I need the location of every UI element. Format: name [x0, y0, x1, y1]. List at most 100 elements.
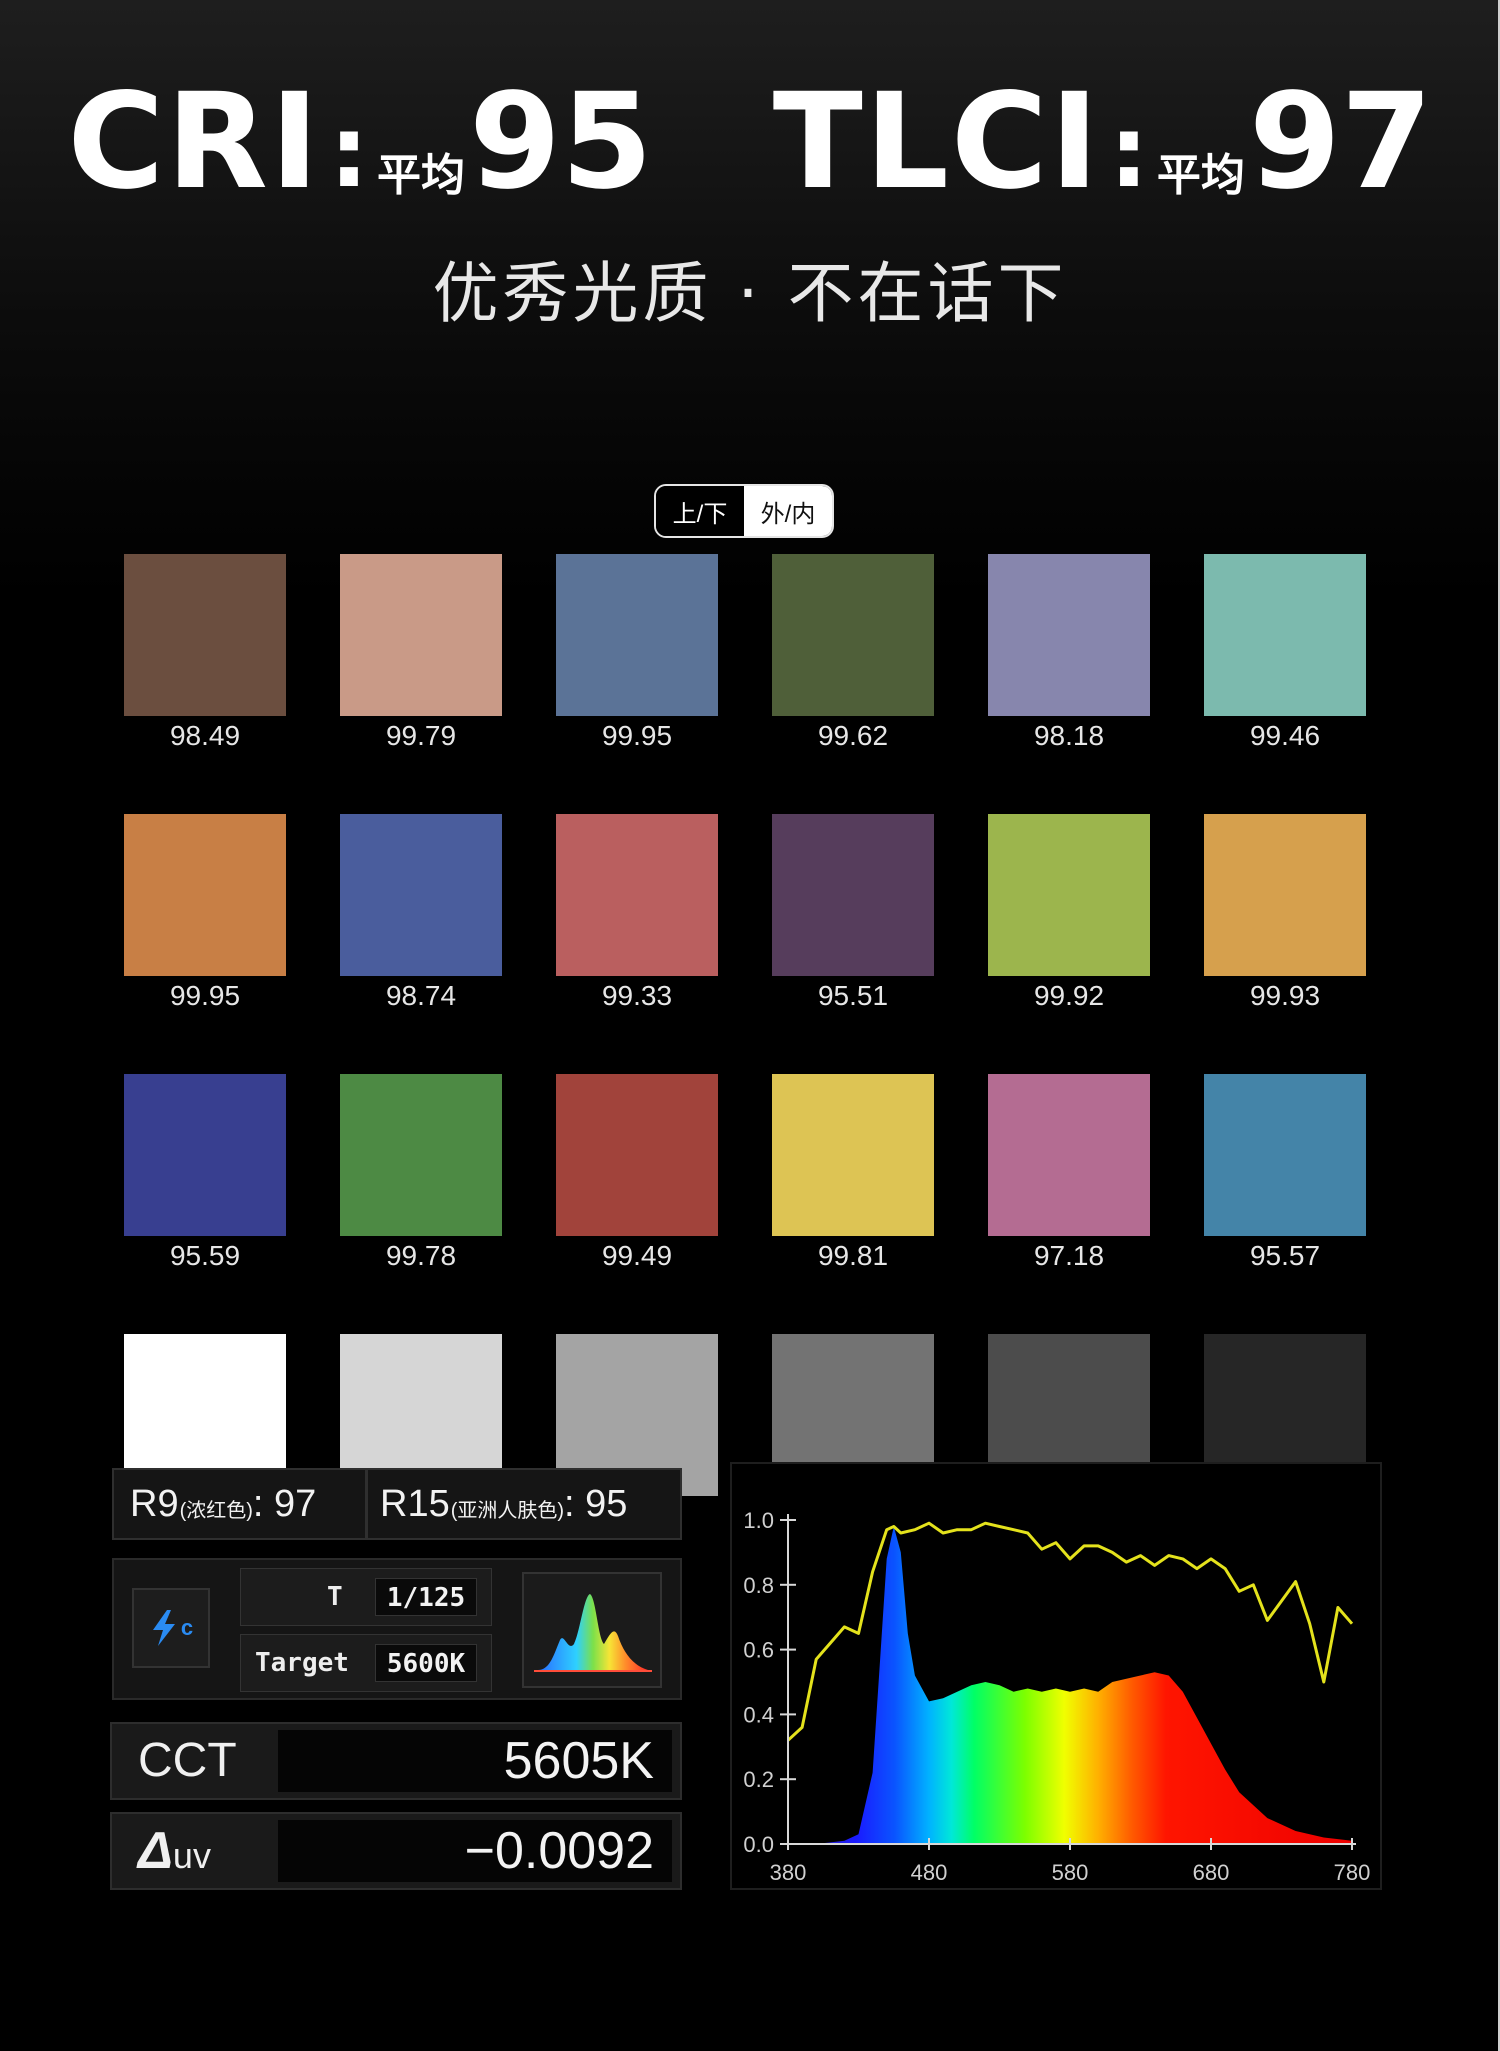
- y-tick-label: 1.0: [743, 1508, 774, 1533]
- swatch-value: 99.78: [385, 1240, 457, 1271]
- y-tick-label: 0.0: [743, 1832, 774, 1857]
- color-swatch: [124, 554, 286, 716]
- swatch-value: 98.49: [169, 720, 241, 751]
- swatch-cell: 99.33: [556, 814, 718, 1014]
- cri-colon: :: [329, 93, 370, 210]
- target-row: Target 5600K: [240, 1634, 492, 1692]
- cri-label: CRI: [67, 65, 322, 219]
- swatch-cell: 99.46: [1204, 554, 1366, 754]
- y-tick-label: 0.2: [743, 1767, 774, 1792]
- r15-value: : 95: [564, 1482, 628, 1525]
- x-tick-label: 480: [911, 1860, 948, 1885]
- flash-mode-button[interactable]: c: [132, 1588, 210, 1668]
- view-toggle: 上/下 外/内: [654, 484, 834, 538]
- color-swatch: [556, 1074, 718, 1236]
- r9-cell: R9 (浓红色): 97: [114, 1470, 368, 1538]
- swatch-value: 99.33: [601, 980, 673, 1011]
- spectrum-view-button[interactable]: [522, 1572, 662, 1688]
- swatch-value: 95.51: [817, 980, 889, 1011]
- spectrum-chart-svg: 0.0 0.2 0.4 0.6 0.8 1.0 380 480 580 680 780: [743, 1508, 1371, 1885]
- r15-label: R15: [380, 1482, 450, 1525]
- headline: CRI : 平均 95 TLCI : 平均 97: [0, 58, 1500, 208]
- swatch-value: 97.18: [1033, 1240, 1105, 1271]
- duv-value: −0.0092: [464, 1822, 654, 1880]
- color-swatch: [340, 814, 502, 976]
- color-swatch: [124, 814, 286, 976]
- swatch-value: 99.49: [601, 1240, 673, 1271]
- duv-sub: uv: [172, 1835, 211, 1876]
- swatch-cell: 99.49: [556, 1074, 718, 1274]
- swatch-cell: 98.49: [124, 554, 286, 754]
- swatch-cell: 99.92: [988, 814, 1150, 1014]
- tlci-metric: TLCI : 平均 97: [773, 76, 1433, 208]
- toggle-option-top-bottom[interactable]: 上/下: [656, 486, 744, 536]
- swatch-cell: 99.81: [772, 1074, 934, 1274]
- toggle-option-outer-inner[interactable]: 外/内: [744, 486, 832, 536]
- r15-sub: (亚洲人肤色): [450, 1499, 565, 1522]
- swatch-cell: 99.95: [124, 814, 286, 1014]
- swatch-value: 98.74: [385, 980, 457, 1011]
- y-tick-label: 0.8: [743, 1573, 774, 1598]
- color-swatch: [772, 814, 934, 976]
- x-tick-label: 380: [770, 1860, 807, 1885]
- cri-value: 95: [469, 65, 653, 219]
- shutter-value[interactable]: 1/125: [375, 1578, 477, 1616]
- swatch-cell: 97.18: [988, 1074, 1150, 1274]
- duv-value-box: −0.0092: [278, 1820, 672, 1882]
- spectrum-chart: 0.0 0.2 0.4 0.6 0.8 1.0 380 480 580 680 780: [730, 1462, 1382, 1890]
- flash-letter: c: [180, 1615, 194, 1640]
- r-values-row: R9 (浓红色): 97 R15 (亚洲人肤色): 95: [112, 1468, 682, 1540]
- delta-symbol: Δ: [138, 1822, 173, 1880]
- shutter-row: T 1/125: [240, 1568, 492, 1626]
- y-tick-label: 0.4: [743, 1702, 774, 1727]
- swatch-value: 98.18: [1033, 720, 1105, 751]
- tlci-colon: :: [1108, 93, 1149, 210]
- swatch-cell: 95.51: [772, 814, 934, 1014]
- y-tick-label: 0.6: [743, 1638, 774, 1663]
- duv-label: Δuv: [138, 1814, 211, 1888]
- duv-row: Δuv −0.0092: [110, 1812, 682, 1890]
- swatch-value: 99.79: [385, 720, 457, 751]
- color-swatch: [988, 1074, 1150, 1236]
- swatch-cell: 99.93: [1204, 814, 1366, 1014]
- r9-sub: (浓红色): [179, 1499, 253, 1522]
- swatch-value: 99.62: [817, 720, 889, 751]
- target-label: Target: [255, 1648, 349, 1678]
- color-swatch: [124, 1074, 286, 1236]
- color-swatch: [556, 814, 718, 976]
- swatch-value: 95.59: [169, 1240, 241, 1271]
- swatch-cell: 98.18: [988, 554, 1150, 754]
- cct-row: CCT 5605K: [110, 1722, 682, 1800]
- color-swatch: [1204, 554, 1366, 716]
- color-swatch-grid: 98.49 99.79 99.95 99.62 98.18 99.46 99.95 98.74…: [124, 554, 1367, 1534]
- swatch-cell: 99.79: [340, 554, 502, 754]
- swatch-cell: 99.95: [556, 554, 718, 754]
- target-value[interactable]: 5600K: [375, 1644, 477, 1682]
- tlci-value: 97: [1248, 65, 1433, 219]
- swatch-value: 99.95: [601, 720, 673, 751]
- swatch-value: 95.57: [1249, 1240, 1321, 1271]
- color-swatch: [556, 554, 718, 716]
- subtitle: 优秀光质 · 不在话下: [432, 255, 1068, 332]
- color-swatch: [1204, 814, 1366, 976]
- r15-cell: R15 (亚洲人肤色): 95: [368, 1470, 680, 1538]
- swatch-cell: 95.57: [1204, 1074, 1366, 1274]
- x-tick-label: 780: [1334, 1860, 1371, 1885]
- swatch-value: 99.93: [1249, 980, 1321, 1011]
- swatch-value: 99.81: [817, 1240, 889, 1271]
- r9-label: R9: [130, 1482, 179, 1525]
- cri-avg-label: 平均: [377, 150, 466, 201]
- cct-value-box: 5605K: [278, 1730, 672, 1792]
- swatch-value: 99.92: [1033, 980, 1105, 1011]
- color-swatch: [1204, 1074, 1366, 1236]
- tlci-label: TLCI: [772, 65, 1101, 219]
- swatch-cell: 98.74: [340, 814, 502, 1014]
- cct-value: 5605K: [503, 1732, 654, 1790]
- r9-value: : 97: [252, 1482, 317, 1525]
- color-swatch: [988, 814, 1150, 976]
- tlci-avg-label: 平均: [1156, 150, 1245, 201]
- x-tick-label: 680: [1193, 1860, 1230, 1885]
- cct-label: CCT: [138, 1734, 237, 1787]
- flash-c-icon: [152, 1610, 175, 1646]
- color-swatch: [988, 554, 1150, 716]
